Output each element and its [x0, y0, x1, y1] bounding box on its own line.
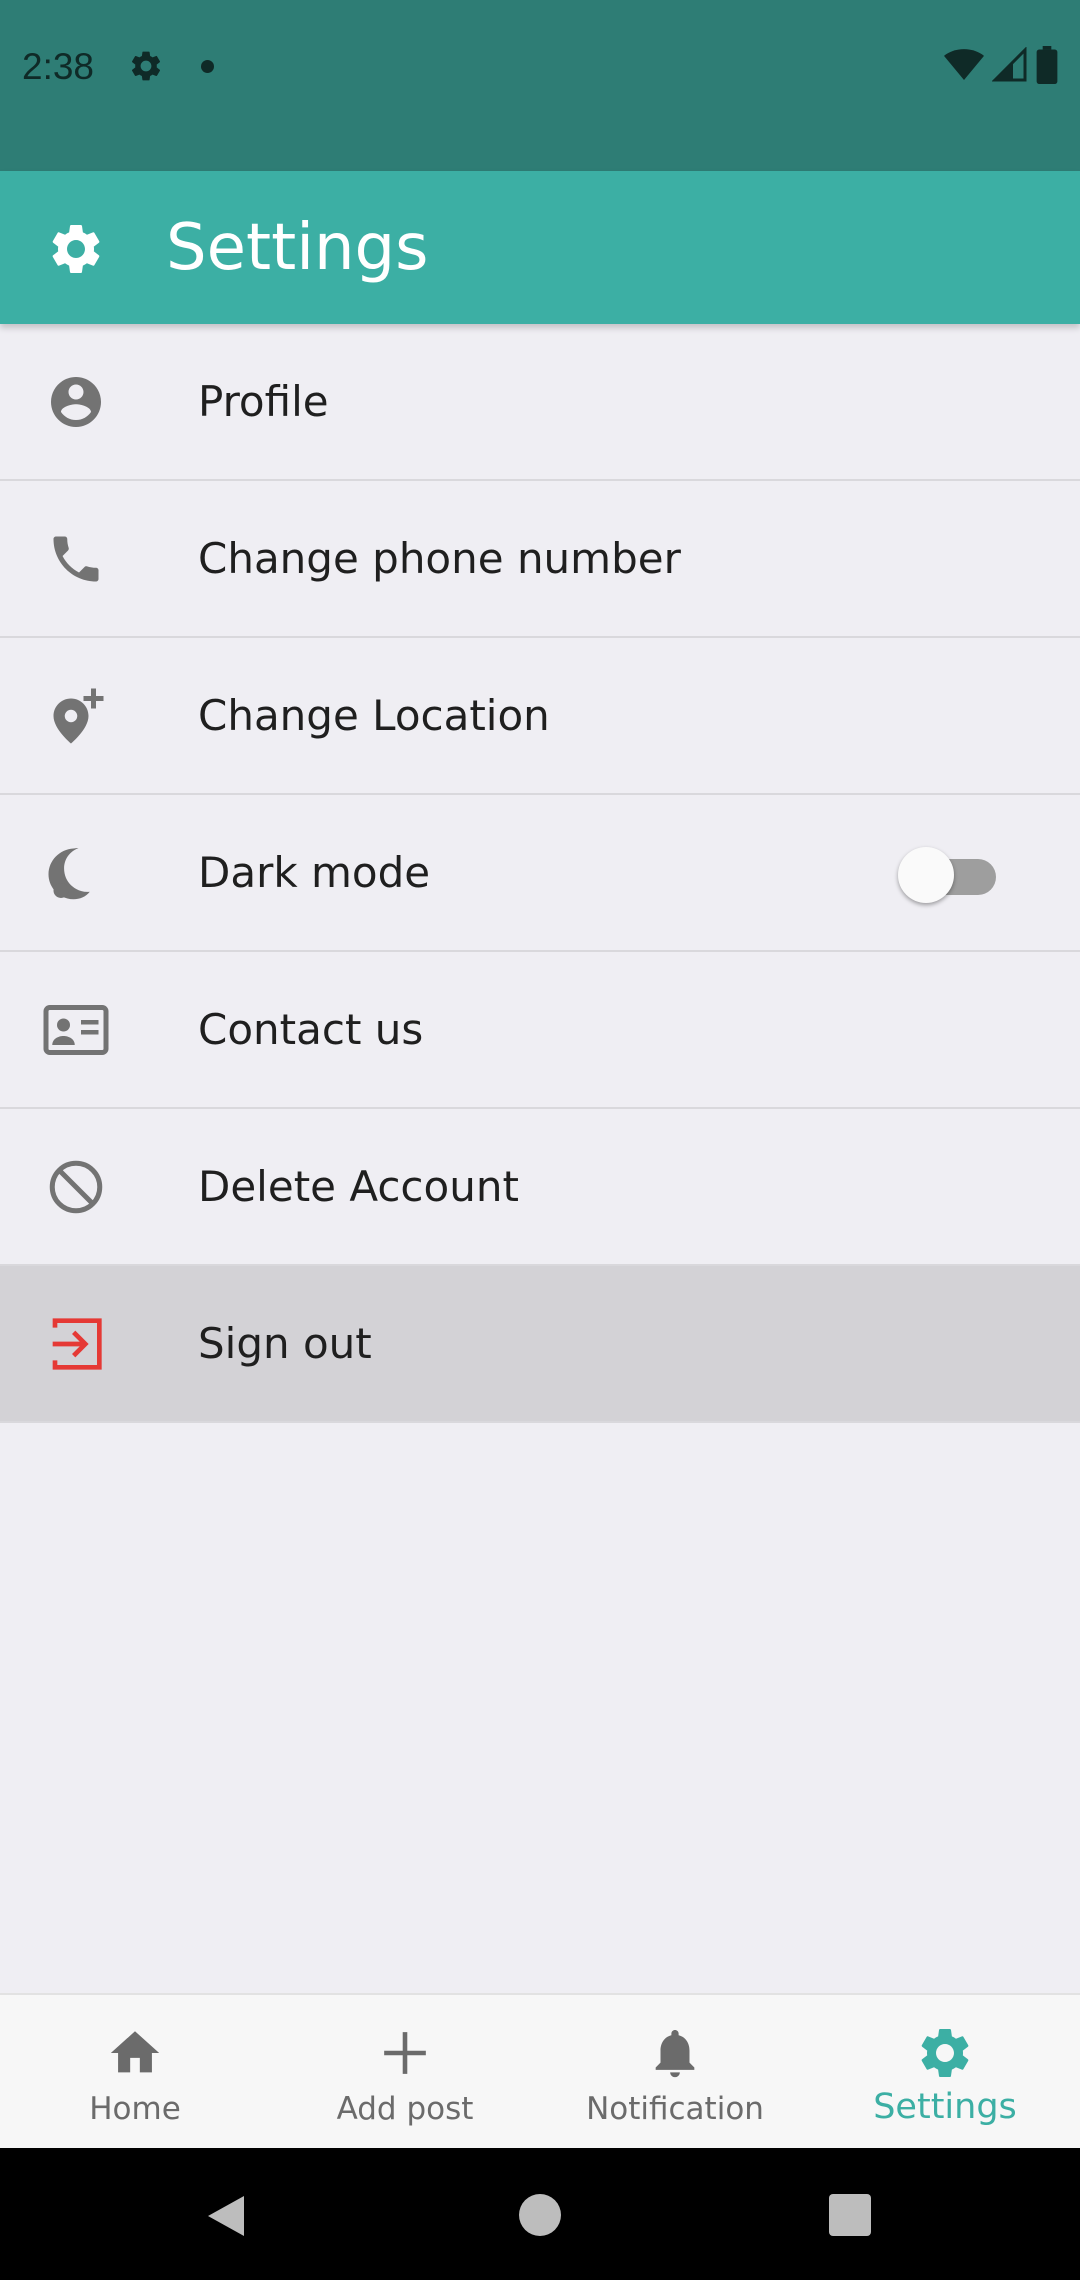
add-location-icon	[40, 680, 112, 752]
dark-mode-toggle[interactable]	[898, 846, 1002, 903]
signal-icon	[991, 46, 1028, 88]
moon-icon	[40, 837, 112, 909]
status-time: 2:38	[22, 46, 95, 87]
nav-item-settings[interactable]: Settings	[810, 1995, 1080, 2148]
nav-label: Add post	[336, 2091, 474, 2127]
exit-icon	[40, 1308, 112, 1380]
settings-menu: Profile Change phone number Change Locat…	[0, 324, 1080, 1423]
menu-item-contact-us[interactable]: Contact us	[0, 952, 1080, 1109]
recents-square-icon[interactable]	[829, 2194, 871, 2236]
home-icon	[105, 2023, 165, 2083]
menu-item-label: Profile	[198, 377, 329, 426]
menu-item-label: Contact us	[198, 1005, 424, 1054]
menu-item-label: Sign out	[198, 1319, 372, 1368]
home-circle-icon[interactable]	[519, 2194, 561, 2236]
nav-item-add-post[interactable]: Add post	[270, 1995, 540, 2148]
nav-label: Home	[89, 2091, 181, 2127]
menu-item-change-phone[interactable]: Change phone number	[0, 481, 1080, 638]
app-bar: Settings	[0, 171, 1080, 324]
phone-icon	[40, 523, 112, 595]
menu-item-profile[interactable]: Profile	[0, 324, 1080, 481]
gear-icon	[915, 2023, 975, 2083]
page-title: Settings	[166, 211, 429, 285]
toggle-thumb	[898, 846, 954, 903]
bell-icon	[645, 2023, 705, 2083]
account-circle-icon	[40, 366, 112, 438]
block-icon	[40, 1151, 112, 1223]
plus-icon	[375, 2023, 435, 2083]
menu-item-sign-out[interactable]: Sign out	[0, 1266, 1080, 1423]
settings-icon	[128, 48, 164, 84]
wifi-icon	[944, 47, 984, 88]
nav-item-home[interactable]: Home	[0, 1995, 270, 2148]
menu-item-label: Change phone number	[198, 534, 681, 583]
bottom-nav: Home Add post Notification Settings	[0, 1993, 1080, 2148]
status-right-icons	[944, 46, 1058, 89]
system-nav-bar	[0, 2148, 1080, 2280]
menu-item-label: Delete Account	[198, 1162, 519, 1211]
menu-item-dark-mode[interactable]: Dark mode	[0, 795, 1080, 952]
contact-card-icon	[40, 994, 112, 1066]
nav-label: Settings	[873, 2087, 1017, 2127]
menu-item-change-location[interactable]: Change Location	[0, 638, 1080, 795]
status-bar: 2:38	[0, 0, 1080, 171]
nav-item-notification[interactable]: Notification	[540, 1995, 810, 2148]
menu-item-label: Change Location	[198, 691, 550, 740]
gear-icon	[46, 219, 106, 279]
back-icon[interactable]	[204, 2192, 248, 2245]
battery-icon	[1036, 46, 1058, 89]
notification-dot-icon	[201, 60, 214, 73]
menu-item-label: Dark mode	[198, 848, 431, 897]
nav-label: Notification	[586, 2091, 764, 2127]
menu-item-delete-account[interactable]: Delete Account	[0, 1109, 1080, 1266]
